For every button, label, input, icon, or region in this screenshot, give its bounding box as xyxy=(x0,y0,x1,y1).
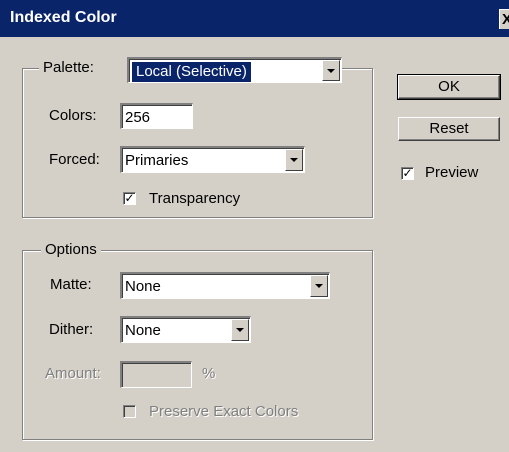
chevron-down-icon[interactable] xyxy=(310,275,328,297)
transparency-label-text: Transparency xyxy=(149,190,241,207)
colors-label: Colors: xyxy=(49,106,97,126)
preview-label-text: Preview xyxy=(425,164,479,181)
chevron-down-icon[interactable] xyxy=(231,319,249,341)
ok-button-label: OK xyxy=(438,78,460,95)
preview-label[interactable]: Preview xyxy=(425,163,478,183)
preserve-exact-colors-label: Preserve Exact Colors xyxy=(149,402,298,422)
palette-selected-value: Local (Selective) xyxy=(131,61,252,83)
chevron-down-icon[interactable] xyxy=(285,149,303,171)
dither-label: Dither: xyxy=(49,320,93,340)
title-bar[interactable]: Indexed Color xyxy=(0,0,509,37)
checkmark-icon: ✓ xyxy=(124,191,135,205)
close-icon: X xyxy=(502,11,509,28)
amount-unit-text: % xyxy=(202,365,216,382)
dither-dropdown[interactable]: None xyxy=(120,316,251,343)
forced-selected-value: Primaries xyxy=(125,152,189,169)
dither-label-text: Dither: xyxy=(49,321,94,338)
options-legend-text: Options xyxy=(45,241,97,258)
matte-label-text: Matte: xyxy=(50,276,92,293)
amount-label-text: Amount: xyxy=(45,365,101,382)
preview-checkbox[interactable]: ✓ xyxy=(401,167,414,180)
matte-selected-value: None xyxy=(125,278,161,295)
colors-input-value: 256 xyxy=(125,109,151,126)
palette-dropdown[interactable]: Local (Selective) xyxy=(127,57,342,83)
matte-dropdown[interactable]: None xyxy=(120,272,330,299)
transparency-checkbox[interactable]: ✓ xyxy=(123,192,136,205)
dither-selected-value: None xyxy=(125,322,161,339)
reset-button[interactable]: Reset xyxy=(398,117,500,141)
preserve-exact-colors-label-text: Preserve Exact Colors xyxy=(149,403,299,420)
amount-label: Amount: xyxy=(45,364,101,384)
reset-button-label: Reset xyxy=(429,120,469,137)
forced-dropdown[interactable]: Primaries xyxy=(120,146,305,173)
checkmark-icon: ✓ xyxy=(402,166,413,180)
colors-input[interactable]: 256 xyxy=(120,103,193,129)
forced-label: Forced: xyxy=(49,150,100,170)
options-legend: Options xyxy=(41,240,101,260)
ok-button[interactable]: OK xyxy=(397,74,501,100)
matte-label: Matte: xyxy=(50,275,92,295)
preserve-exact-colors-checkbox[interactable] xyxy=(123,405,136,418)
transparency-label[interactable]: Transparency xyxy=(149,189,240,209)
colors-label-text: Colors: xyxy=(49,107,97,124)
window-title: Indexed Color xyxy=(10,9,117,26)
amount-input[interactable] xyxy=(120,361,192,388)
forced-label-text: Forced: xyxy=(49,151,100,168)
chevron-down-icon[interactable] xyxy=(322,60,340,81)
close-button[interactable]: X xyxy=(499,9,509,29)
palette-label-text: Palette: xyxy=(43,59,94,76)
palette-label: Palette: xyxy=(39,58,131,78)
amount-unit: % xyxy=(202,364,215,384)
